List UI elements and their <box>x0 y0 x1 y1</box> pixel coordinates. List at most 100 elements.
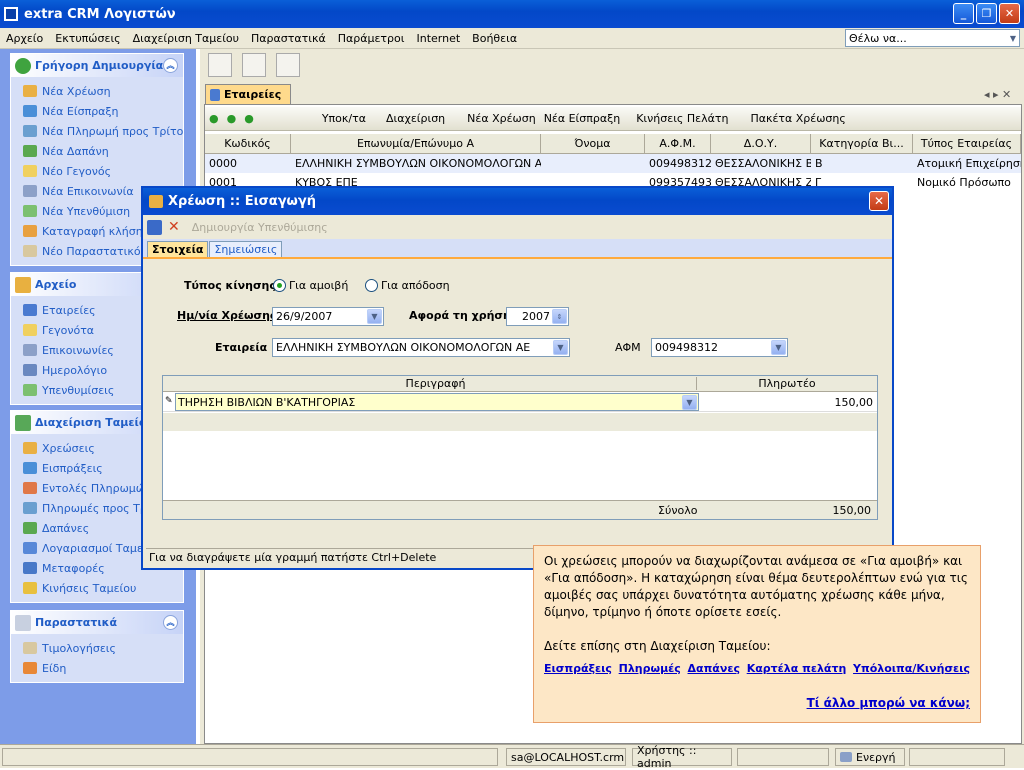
create-reminder-button[interactable]: Δημιουργία Υπενθύμισης <box>192 221 328 234</box>
charge-icon <box>23 442 37 454</box>
network-icon[interactable] <box>242 53 266 77</box>
date-label: Ημ/νία Χρέωσης <box>177 309 277 322</box>
link-customer-card[interactable]: Καρτέλα πελάτη <box>747 660 847 677</box>
status-state: Ενεργή <box>835 748 905 766</box>
table-row[interactable] <box>163 413 877 431</box>
movements-icon <box>23 582 37 594</box>
menu-parameters[interactable]: Παράμετροι <box>332 32 411 45</box>
panel-header[interactable]: Γρήγορη Δημιουργία ︽ <box>11 54 183 77</box>
column-header[interactable]: Περιγραφή <box>175 377 697 390</box>
table-row[interactable]: 0000 ΕΛΛΗΝΙΚΗ ΣΥΜΒΟΥΛΩΝ ΟΙΚΟΝΟΜΟΛΟΓΩΝ ΑΕ… <box>205 154 1021 173</box>
menu-documents[interactable]: Παραστατικά <box>245 32 332 45</box>
column-header[interactable]: Όνομα <box>541 134 645 153</box>
collapse-icon[interactable]: ︽ <box>163 58 178 73</box>
subaccounts-button[interactable]: Υποκ/τα <box>318 112 370 125</box>
save-icon[interactable] <box>147 219 162 235</box>
refresh-icon[interactable]: ● <box>223 112 241 125</box>
restore-button[interactable]: ❐ <box>976 3 997 24</box>
close-button[interactable]: ✕ <box>999 3 1020 24</box>
column-header[interactable]: Κωδικός <box>205 134 291 153</box>
status-extra <box>909 748 1005 766</box>
chevron-down-icon[interactable]: ▼ <box>682 395 697 410</box>
chevron-down-icon[interactable]: ▼ <box>1010 34 1016 43</box>
new-receipt-button[interactable]: Νέα Είσπραξη <box>540 112 625 125</box>
grid-toolbar: ● ● ● Υποκ/τα Διαχείριση Νέα Χρέωση Νέα … <box>205 107 1021 131</box>
amount-value[interactable]: 150,00 <box>835 396 874 409</box>
transfer-icon <box>23 562 37 574</box>
date-field[interactable]: 26/9/2007 ▼ <box>272 307 384 326</box>
status-main <box>2 748 498 766</box>
panel-title: Παραστατικά <box>35 616 118 629</box>
panel-header[interactable]: Παραστατικά ︽ <box>11 611 183 634</box>
link-receipts[interactable]: Εισπράξεις <box>544 660 612 677</box>
search-input[interactable]: Θέλω να... ▼ <box>845 29 1020 47</box>
sidebar-item-new-receipt[interactable]: Νέα Είσπραξη <box>11 101 183 121</box>
sidebar-item-new-expense[interactable]: Νέα Δαπάνη <box>11 141 183 161</box>
dialog-close-button[interactable]: ✕ <box>869 191 889 211</box>
tab-navigation[interactable]: ◂ ▸ ✕ <box>984 88 1011 101</box>
tab-details[interactable]: Στοιχεία <box>147 241 209 257</box>
grid-header: Περιγραφή Πληρωτέο <box>163 376 877 392</box>
sidebar-item-invoicing[interactable]: Τιμολογήσεις <box>11 638 183 658</box>
chevron-down-icon[interactable]: ▼ <box>367 309 382 324</box>
tab-notes[interactable]: Σημειώσεις <box>209 241 283 257</box>
payment-icon <box>23 502 37 514</box>
link-payments[interactable]: Πληρωμές <box>619 660 681 677</box>
book-icon <box>210 88 220 101</box>
year-stepper[interactable]: 2007 ⇕ <box>506 307 569 326</box>
collapse-icon[interactable]: ︽ <box>163 615 178 630</box>
calendar-icon <box>23 364 37 376</box>
company-select[interactable]: ΕΛΛΗΝΙΚΗ ΣΥΜΒΟΥΛΩΝ ΟΙΚΟΝΟΜΟΛΟΓΩΝ ΑΕ ▼ <box>272 338 570 357</box>
tip-see-also: Δείτε επίσης στη Διαχείριση Ταμείου: <box>544 639 771 653</box>
sidebar-item-new-charge[interactable]: Νέα Χρέωση <box>11 81 183 101</box>
sidebar-item-items[interactable]: Είδη <box>11 658 183 678</box>
cancel-icon[interactable]: ✕ <box>168 219 180 235</box>
menu-file[interactable]: Αρχείο <box>0 32 49 45</box>
sidebar-item-new-payment[interactable]: Νέα Πληρωμή προς Τρίτους <box>11 121 183 141</box>
sidebar-item-cash-movements[interactable]: Κινήσεις Ταμείου <box>11 578 183 598</box>
dialog-toolbar: ✕ Δημιουργία Υπενθύμισης <box>143 215 892 239</box>
description-select[interactable]: ΤΗΡΗΣΗ ΒΙΒΛΙΩΝ Β'ΚΑΤΗΓΟΡΙΑΣ ▼ <box>175 393 699 411</box>
windows-icon[interactable] <box>276 53 300 77</box>
column-header[interactable]: Κατηγορία Βι... <box>811 134 913 153</box>
customer-movements-button[interactable]: Κινήσεις Πελάτη <box>632 112 732 125</box>
link-what-else[interactable]: Τί άλλο μπορώ να κάνω; <box>807 696 970 710</box>
radio-fee[interactable]: Για αμοιβή <box>273 279 348 292</box>
cash-icon <box>15 414 31 431</box>
management-button[interactable]: Διαχείριση <box>382 112 449 125</box>
column-header[interactable]: Πληρωτέο <box>699 377 875 390</box>
sidebar-item-new-event[interactable]: Νέο Γεγονός <box>11 161 183 181</box>
menu-cash[interactable]: Διαχείριση Ταμείου <box>127 32 245 45</box>
column-header[interactable]: Επωνυμία/Επώνυμο Α <box>291 134 541 153</box>
minimize-button[interactable]: _ <box>953 3 974 24</box>
chevron-down-icon[interactable]: ▼ <box>553 340 568 355</box>
radio-refund[interactable]: Για απόδοση <box>365 279 450 292</box>
spinner-icon[interactable]: ⇕ <box>552 309 567 324</box>
table-row[interactable]: ✎ ΤΗΡΗΣΗ ΒΙΒΛΙΩΝ Β'ΚΑΤΗΓΟΡΙΑΣ ▼ 150,00 <box>163 393 877 412</box>
menu-help[interactable]: Βοήθεια <box>466 32 523 45</box>
add-icon[interactable]: ● <box>205 112 223 125</box>
chevron-down-icon[interactable]: ▼ <box>771 340 786 355</box>
dialog-title: Χρέωση :: Εισαγωγή <box>168 194 316 209</box>
radio-dot <box>273 279 286 292</box>
documents-icon <box>15 614 31 631</box>
link-expenses[interactable]: Δαπάνες <box>688 660 740 677</box>
item-icon <box>23 662 37 674</box>
menu-internet[interactable]: Internet <box>410 32 466 45</box>
panel-title: Γρήγορη Δημιουργία <box>35 59 164 72</box>
grid-header: Κωδικός Επωνυμία/Επώνυμο Α Όνομα Α.Φ.Μ. … <box>205 134 1021 154</box>
book-icon <box>23 304 37 316</box>
charge-packages-button[interactable]: Πακέτα Χρέωσης <box>746 112 849 125</box>
note-icon <box>23 324 37 336</box>
app-icon <box>4 7 18 21</box>
afm-select[interactable]: 009498312 ▼ <box>651 338 788 357</box>
column-header[interactable]: Τύπος Εταιρείας <box>913 134 1021 153</box>
new-charge-button[interactable]: Νέα Χρέωση <box>463 112 540 125</box>
column-header[interactable]: Δ.Ο.Υ. <box>711 134 811 153</box>
column-header[interactable]: Α.Φ.Μ. <box>645 134 711 153</box>
menu-print[interactable]: Εκτυπώσεις <box>49 32 126 45</box>
arrows-icon[interactable] <box>208 53 232 77</box>
tab-companies[interactable]: Εταιρείες <box>205 84 291 104</box>
link-balances[interactable]: Υπόλοιπα/Κινήσεις <box>853 660 970 677</box>
remove-icon[interactable]: ● <box>240 112 258 125</box>
